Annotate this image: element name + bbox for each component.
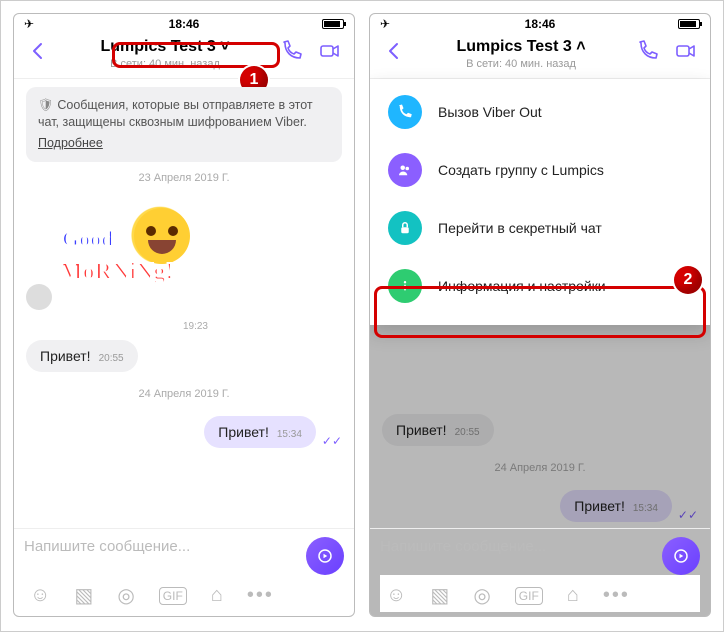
more-icon[interactable]: •••	[603, 584, 630, 607]
read-checks-icon: ✓✓	[322, 434, 342, 448]
dropdown-create-group[interactable]: Создать группу с Lumpics	[370, 141, 710, 199]
voice-message-button	[662, 537, 700, 575]
voice-message-button[interactable]	[306, 537, 344, 575]
chat-body: 🛡 Сообщения, которые вы отправляете в эт…	[14, 79, 354, 528]
status-bar: ✈ 18:46	[370, 14, 710, 34]
modal-dim-overlay[interactable]	[370, 325, 710, 528]
gif-icon[interactable]: GIF	[159, 587, 187, 605]
message-in-row: Привет! 20:55	[26, 340, 342, 372]
chat-subtitle: В сети: 40 мин. назад	[58, 58, 272, 70]
date-separator-1: 23 Апреля 2019 Г.	[26, 172, 342, 184]
message-sticker-row: Good MoRNiNg!	[26, 200, 342, 310]
input-bar: Напишите сообщение... ☺ ▧ ◎ GIF ⌂ •••	[370, 528, 710, 616]
incoming-time: 20:55	[99, 353, 124, 364]
sticker-icon[interactable]: ☺	[386, 584, 406, 607]
encryption-text: Сообщения, которые вы отправляете в этот…	[38, 98, 313, 129]
gallery-icon[interactable]: ▧	[74, 583, 93, 608]
incoming-text: Привет!	[40, 348, 91, 364]
group-icon	[388, 153, 422, 187]
back-button[interactable]	[382, 39, 406, 69]
shop-icon[interactable]: ⌂	[567, 584, 579, 607]
chat-body-dimmed: Привет! 20:55 24 Апреля 2019 Г. Привет! …	[370, 325, 710, 528]
tool-row: ☺ ▧ ◎ GIF ⌂ •••	[24, 575, 344, 612]
dropdown-label: Информация и настройки	[438, 278, 606, 294]
message-input: Напишите сообщение...	[380, 538, 652, 574]
camera-icon[interactable]: ◎	[473, 583, 490, 608]
encryption-notice: 🛡 Сообщения, которые вы отправляете в эт…	[26, 87, 342, 162]
input-bar: Напишите сообщение... ☺ ▧ ◎ GIF ⌂ •••	[14, 528, 354, 616]
chevron-up-icon: ˄	[576, 38, 585, 55]
phone-out-icon	[388, 95, 422, 129]
outgoing-time: 15:34	[277, 429, 302, 440]
sticker-time: 19:23	[183, 321, 208, 332]
encryption-more-link[interactable]: Подробнее	[38, 135, 103, 152]
message-input[interactable]: Напишите сообщение...	[24, 538, 296, 574]
header-dropdown: Вызов Viber Out Создать группу с Lumpics…	[370, 79, 710, 325]
outgoing-bubble[interactable]: Привет! 15:34	[204, 416, 316, 448]
gallery-icon[interactable]: ▧	[430, 583, 449, 608]
chat-title: Lumpics Test 3	[456, 38, 571, 55]
dropdown-secret-chat[interactable]: Перейти в секретный чат	[370, 199, 710, 257]
status-time: 18:46	[14, 17, 354, 31]
good-morning-sticker[interactable]: Good MoRNiNg!	[58, 200, 208, 310]
chat-title: Lumpics Test 3	[100, 38, 215, 55]
dropdown-label: Создать группу с Lumpics	[438, 162, 604, 178]
chevron-down-icon: ˅	[220, 38, 229, 55]
status-bar: ✈ 18:46	[14, 14, 354, 34]
camera-icon[interactable]: ◎	[117, 583, 134, 608]
annotation-badge-2: 2	[674, 266, 702, 294]
incoming-bubble[interactable]: Привет! 20:55	[26, 340, 138, 372]
battery-icon	[678, 19, 700, 29]
header-title-area[interactable]: Lumpics Test 3 ˄ В сети: 40 мин. назад	[414, 38, 628, 70]
video-call-button[interactable]	[674, 39, 698, 69]
phone-right: ✈ 18:46 Lumpics Test 3 ˄ В сети: 40 мин.…	[369, 13, 711, 617]
chat-header: Lumpics Test 3 ˄ В сети: 40 мин. назад	[370, 34, 710, 79]
message-out-row: Привет! 15:34 ✓✓	[26, 416, 342, 448]
phone-left: ✈ 18:46 Lumpics Test 3 ˅ В сети: 40 мин.…	[13, 13, 355, 617]
shop-icon[interactable]: ⌂	[211, 584, 223, 607]
sticker-icon[interactable]: ☺	[30, 584, 50, 607]
header-title-area[interactable]: Lumpics Test 3 ˅ В сети: 40 мин. назад	[58, 38, 272, 70]
status-time: 18:46	[370, 17, 710, 31]
lock-icon	[388, 211, 422, 245]
dropdown-viber-out[interactable]: Вызов Viber Out	[370, 83, 710, 141]
video-call-button[interactable]	[318, 39, 342, 69]
dropdown-label: Перейти в секретный чат	[438, 220, 602, 236]
battery-icon	[322, 19, 344, 29]
more-icon[interactable]: •••	[247, 584, 274, 607]
info-icon	[388, 269, 422, 303]
contact-avatar[interactable]	[26, 284, 52, 310]
tool-row: ☺ ▧ ◎ GIF ⌂ •••	[380, 575, 700, 612]
voice-call-button[interactable]	[280, 39, 304, 69]
chat-header: Lumpics Test 3 ˅ В сети: 40 мин. назад	[14, 34, 354, 79]
back-button[interactable]	[26, 39, 50, 69]
voice-call-button[interactable]	[636, 39, 660, 69]
outgoing-text: Привет!	[218, 424, 269, 440]
dropdown-label: Вызов Viber Out	[438, 104, 542, 120]
gif-icon[interactable]: GIF	[515, 587, 543, 605]
dropdown-info-settings[interactable]: Информация и настройки	[370, 257, 710, 315]
chat-subtitle: В сети: 40 мин. назад	[414, 58, 628, 70]
date-separator-2: 24 Апреля 2019 Г.	[26, 388, 342, 400]
